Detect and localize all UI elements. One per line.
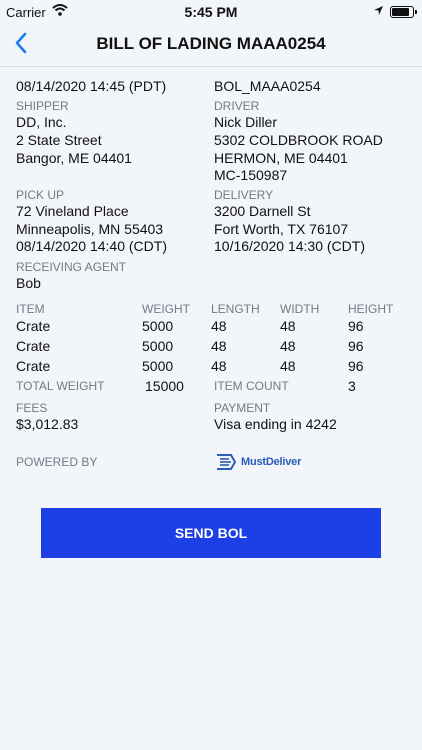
item-count-value: 3 [348, 378, 356, 394]
item-count-label: ITEM COUNT [214, 379, 289, 393]
send-bol-button[interactable]: SEND BOL [41, 508, 381, 558]
item-height: 96 [348, 358, 364, 374]
column-header-width: WIDTH [280, 302, 320, 316]
driver-label: DRIVER [214, 99, 260, 113]
item-width: 48 [280, 338, 296, 354]
location-arrow-icon [374, 6, 383, 15]
item-weight: 5000 [142, 318, 174, 334]
driver-city: HERMON, ME 04401 [214, 150, 348, 166]
shipper-city: Bangor, ME 04401 [16, 150, 132, 166]
item-name: Crate [16, 318, 51, 334]
payment-label: PAYMENT [214, 401, 271, 415]
send-bol-button-label: SEND BOL [174, 525, 248, 541]
fees-value: $3,012.83 [16, 416, 79, 432]
item-weight: 5000 [142, 338, 174, 354]
mustdeliver-logo: MustDeliver [215, 451, 301, 473]
fees-label: FEES [16, 401, 48, 415]
item-length: 48 [211, 318, 227, 334]
column-header-item: ITEM [16, 302, 45, 316]
bol-number: BOL_MAAA0254 [214, 78, 321, 94]
item-name: Crate [16, 338, 51, 354]
pickup-label: PICK UP [16, 188, 65, 202]
item-width: 48 [280, 318, 296, 334]
shipper-street: 2 State Street [16, 132, 102, 148]
driver-license: MC-150987 [214, 167, 288, 183]
pickup-street: 72 Vineland Place [16, 203, 129, 219]
delivery-datetime: 10/16/2020 14:30 (CDT) [214, 238, 365, 254]
item-length: 48 [211, 358, 227, 374]
shipper-name: DD, Inc. [16, 114, 67, 130]
delivery-label: DELIVERY [214, 188, 274, 202]
receiving-agent-label: RECEIVING AGENT [16, 260, 127, 274]
page-title: BILL OF LADING MAAA0254 [96, 34, 326, 53]
nav-bar: BILL OF LADING MAAA0254 [0, 24, 422, 67]
item-length: 48 [211, 338, 227, 354]
column-header-height: HEIGHT [348, 302, 394, 316]
column-header-weight: WEIGHT [142, 302, 190, 316]
bol-datetime: 08/14/2020 14:45 (PDT) [16, 78, 167, 94]
clock: 5:45 PM [184, 4, 238, 20]
receiving-agent-name: Bob [16, 275, 41, 291]
pickup-city: Minneapolis, MN 55403 [16, 221, 164, 237]
driver-name: Nick Diller [214, 114, 277, 130]
item-height: 96 [348, 338, 364, 354]
status-bar: Carrier 5:45 PM [0, 0, 422, 24]
item-name: Crate [16, 358, 51, 374]
item-weight: 5000 [142, 358, 174, 374]
powered-by-label: POWERED BY [16, 455, 98, 469]
delivery-city: Fort Worth, TX 76107 [214, 221, 349, 237]
battery-icon [390, 6, 417, 18]
payment-value: Visa ending in 4242 [214, 416, 337, 432]
delivery-street: 3200 Darnell St [214, 203, 311, 219]
total-weight-value: 15000 [145, 378, 184, 394]
total-weight-label: TOTAL WEIGHT [16, 379, 105, 393]
item-width: 48 [280, 358, 296, 374]
driver-street: 5302 COLDBROOK ROAD [214, 132, 383, 148]
pickup-datetime: 08/14/2020 14:40 (CDT) [16, 238, 167, 254]
mustdeliver-logo-icon [217, 454, 236, 470]
shipper-label: SHIPPER [16, 99, 69, 113]
mustdeliver-logo-text: MustDeliver [241, 456, 302, 468]
column-header-length: LENGTH [211, 302, 260, 316]
item-height: 96 [348, 318, 364, 334]
